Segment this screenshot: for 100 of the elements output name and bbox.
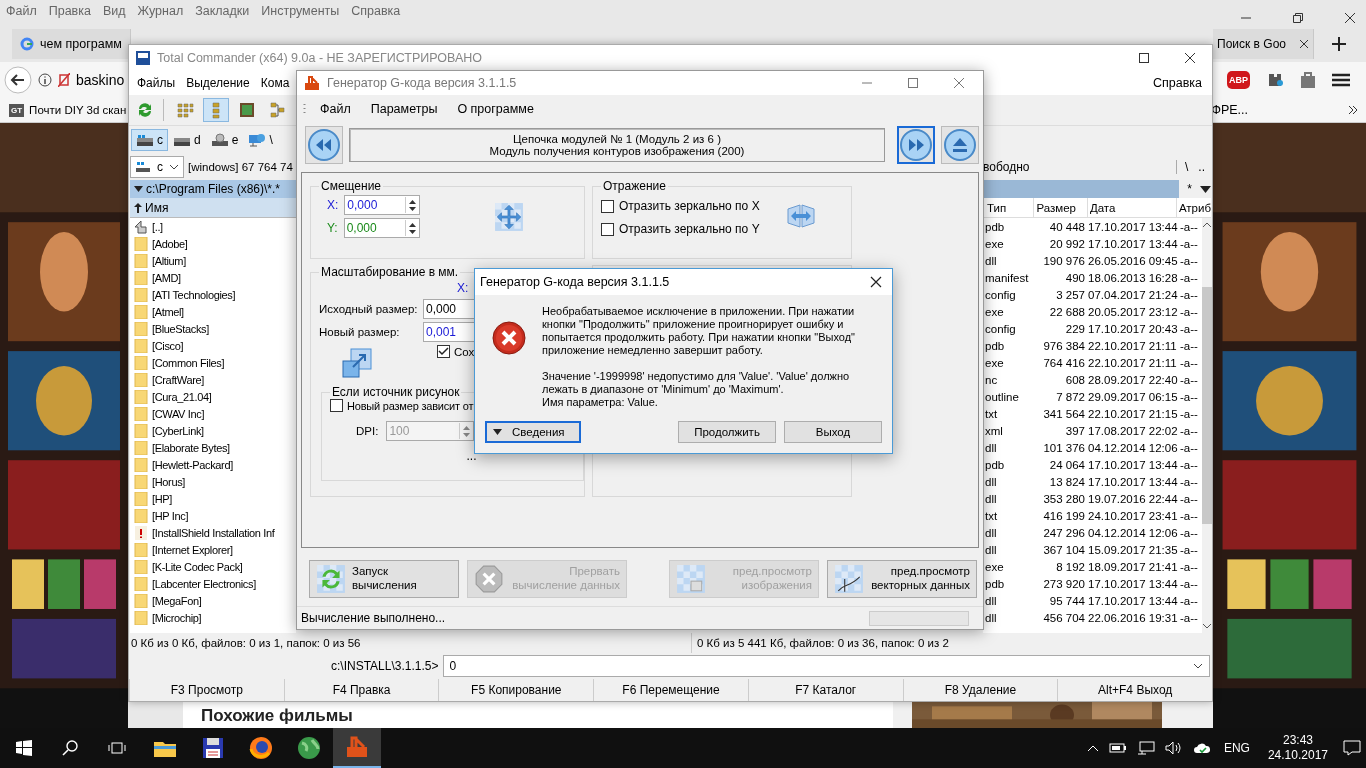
battery-icon[interactable] <box>1108 742 1127 754</box>
dropdown-arrow-icon[interactable] <box>134 186 143 192</box>
maximize-icon[interactable] <box>1138 52 1150 64</box>
column-header[interactable]: Имя <box>130 198 296 218</box>
file-name[interactable]: [AMD] <box>152 271 181 284</box>
info-icon[interactable] <box>38 73 52 87</box>
checkbox[interactable]: Сох <box>437 345 475 358</box>
menu-item[interactable]: Файл <box>6 4 37 18</box>
network-icon[interactable] <box>1136 741 1155 755</box>
browser-tab[interactable]: Поиск в Goo <box>1213 29 1314 59</box>
menu-item[interactable]: Файл <box>320 102 351 116</box>
eject-button[interactable] <box>941 126 979 164</box>
function-key-button[interactable]: F7 Каталог <box>747 679 903 701</box>
previous-module-button[interactable] <box>305 126 343 164</box>
file-name[interactable]: [CyberLink] <box>152 424 204 437</box>
menu-item[interactable]: О программе <box>457 102 534 116</box>
next-module-button[interactable] <box>897 126 935 164</box>
column-header[interactable]: Атриб <box>1176 198 1211 217</box>
path-button[interactable]: .. <box>1198 160 1205 174</box>
back-icon[interactable] <box>4 66 32 94</box>
menu-item[interactable]: Справка <box>1152 76 1202 90</box>
chevron-up-icon[interactable] <box>1086 744 1099 752</box>
dialog-button[interactable]: Продолжить <box>678 421 776 443</box>
close-icon[interactable] <box>1344 12 1356 24</box>
file-name[interactable]: [K-Lite Codec Pack] <box>152 560 243 573</box>
function-key-button[interactable]: F4 Правка <box>283 679 439 701</box>
drive-button[interactable]: d <box>168 129 206 151</box>
drive-dropdown[interactable]: c <box>130 156 184 178</box>
column-header[interactable]: Размер <box>1034 198 1088 217</box>
drive-button[interactable]: e <box>205 129 244 151</box>
file-name[interactable]: [Labcenter Electronics] <box>152 577 256 590</box>
restore-icon[interactable] <box>1292 12 1304 24</box>
action-button[interactable]: Запуск вычисления <box>309 560 459 598</box>
menu-icon[interactable] <box>1332 73 1350 87</box>
menu-item[interactable]: Файлы <box>137 76 176 90</box>
search-icon[interactable] <box>62 740 78 756</box>
file-name[interactable]: [Horus] <box>152 475 185 488</box>
file-name[interactable]: [MegaFon] <box>152 594 202 607</box>
task-view-icon[interactable] <box>108 741 126 755</box>
path-button[interactable]: \ <box>1185 160 1189 174</box>
blocked-icon[interactable] <box>58 73 70 87</box>
close-icon[interactable] <box>1184 52 1196 64</box>
file-name[interactable]: [Microchip] <box>152 611 202 624</box>
language-indicator[interactable]: ENG <box>1223 741 1250 755</box>
windows-logo-icon[interactable] <box>16 740 32 756</box>
close-icon[interactable] <box>1299 39 1309 49</box>
plus-icon[interactable] <box>1332 37 1346 51</box>
close-icon[interactable] <box>870 276 882 288</box>
address-field[interactable]: baskino <box>76 72 125 88</box>
function-key-button[interactable]: F6 Перемещение <box>593 679 748 701</box>
action-button[interactable]: пред.просмотр векторных данных <box>827 560 977 598</box>
spin-down-icon[interactable] <box>409 206 417 211</box>
file-name[interactable]: [Altium] <box>152 254 186 267</box>
file-name[interactable]: [Cura_21.04] <box>152 390 212 403</box>
column-header[interactable]: Дата <box>1087 198 1177 217</box>
puzzle-icon[interactable] <box>1266 71 1284 89</box>
function-key-button[interactable]: Alt+F4 Выход <box>1057 679 1213 701</box>
notification-icon[interactable] <box>1343 740 1361 756</box>
file-name[interactable]: [Internet Explorer] <box>152 543 233 556</box>
spin-up-icon[interactable] <box>409 199 417 204</box>
number-field[interactable]: 0,000 <box>343 218 420 238</box>
drive-button[interactable]: \ <box>243 129 278 151</box>
menu-item[interactable]: Параметры <box>370 102 438 116</box>
bag-icon[interactable] <box>1300 71 1316 89</box>
file-name[interactable]: [Atmel] <box>152 305 184 318</box>
function-key-button[interactable]: F8 Удаление <box>902 679 1058 701</box>
file-name[interactable]: [HP Inc] <box>152 509 189 522</box>
cloud-icon[interactable] <box>1192 741 1211 755</box>
volume-icon[interactable] <box>1164 741 1183 755</box>
file-name[interactable]: [ATI Technologies] <box>152 288 236 301</box>
menu-item[interactable]: Журнал <box>137 4 184 18</box>
checkbox[interactable]: Новый размер зависит от <box>330 399 474 412</box>
file-name[interactable]: [Hewlett-Packard] <box>152 458 233 471</box>
details-button[interactable]: Сведения <box>485 421 581 443</box>
chevron-icon[interactable] <box>1348 105 1358 115</box>
function-key-button[interactable]: F3 Просмотр <box>129 679 284 701</box>
menu-item[interactable]: Вид <box>102 4 126 18</box>
file-name[interactable]: [Cisco] <box>152 339 184 352</box>
file-name[interactable]: [CWAV Inc] <box>152 407 205 420</box>
file-name[interactable]: [BlueStacks] <box>152 322 209 335</box>
command-field[interactable]: 0 <box>442 655 1210 677</box>
spin-down-icon[interactable] <box>408 229 416 234</box>
number-field[interactable]: 0,000 <box>344 195 421 215</box>
clock[interactable]: 23:43 24.10.2017 <box>1267 733 1328 763</box>
file-name[interactable]: [..] <box>152 220 163 233</box>
file-name[interactable]: [CraftWare] <box>152 373 204 386</box>
file-name[interactable]: [Adobe] <box>152 237 188 250</box>
bookmark-link[interactable]: ФРЕ... <box>1211 103 1248 117</box>
file-name[interactable]: [Common Files] <box>152 356 225 369</box>
menu-item[interactable]: Инструменты <box>261 4 340 18</box>
browser-tab[interactable]: чем программ <box>12 29 131 59</box>
menu-item[interactable]: Закладки <box>195 4 250 18</box>
drive-button[interactable]: c <box>131 129 168 151</box>
scroll-up-icon[interactable] <box>1203 222 1211 227</box>
checkbox[interactable]: Отразить зеркально по Y <box>601 222 760 236</box>
scroll-down-icon[interactable] <box>1203 624 1211 629</box>
checkbox[interactable]: Отразить зеркально по X <box>601 199 760 213</box>
file-name[interactable]: [HP] <box>152 492 172 505</box>
file-name[interactable]: [InstallShield Installation Inf <box>152 526 275 539</box>
file-name[interactable]: [Elaborate Bytes] <box>152 441 230 454</box>
